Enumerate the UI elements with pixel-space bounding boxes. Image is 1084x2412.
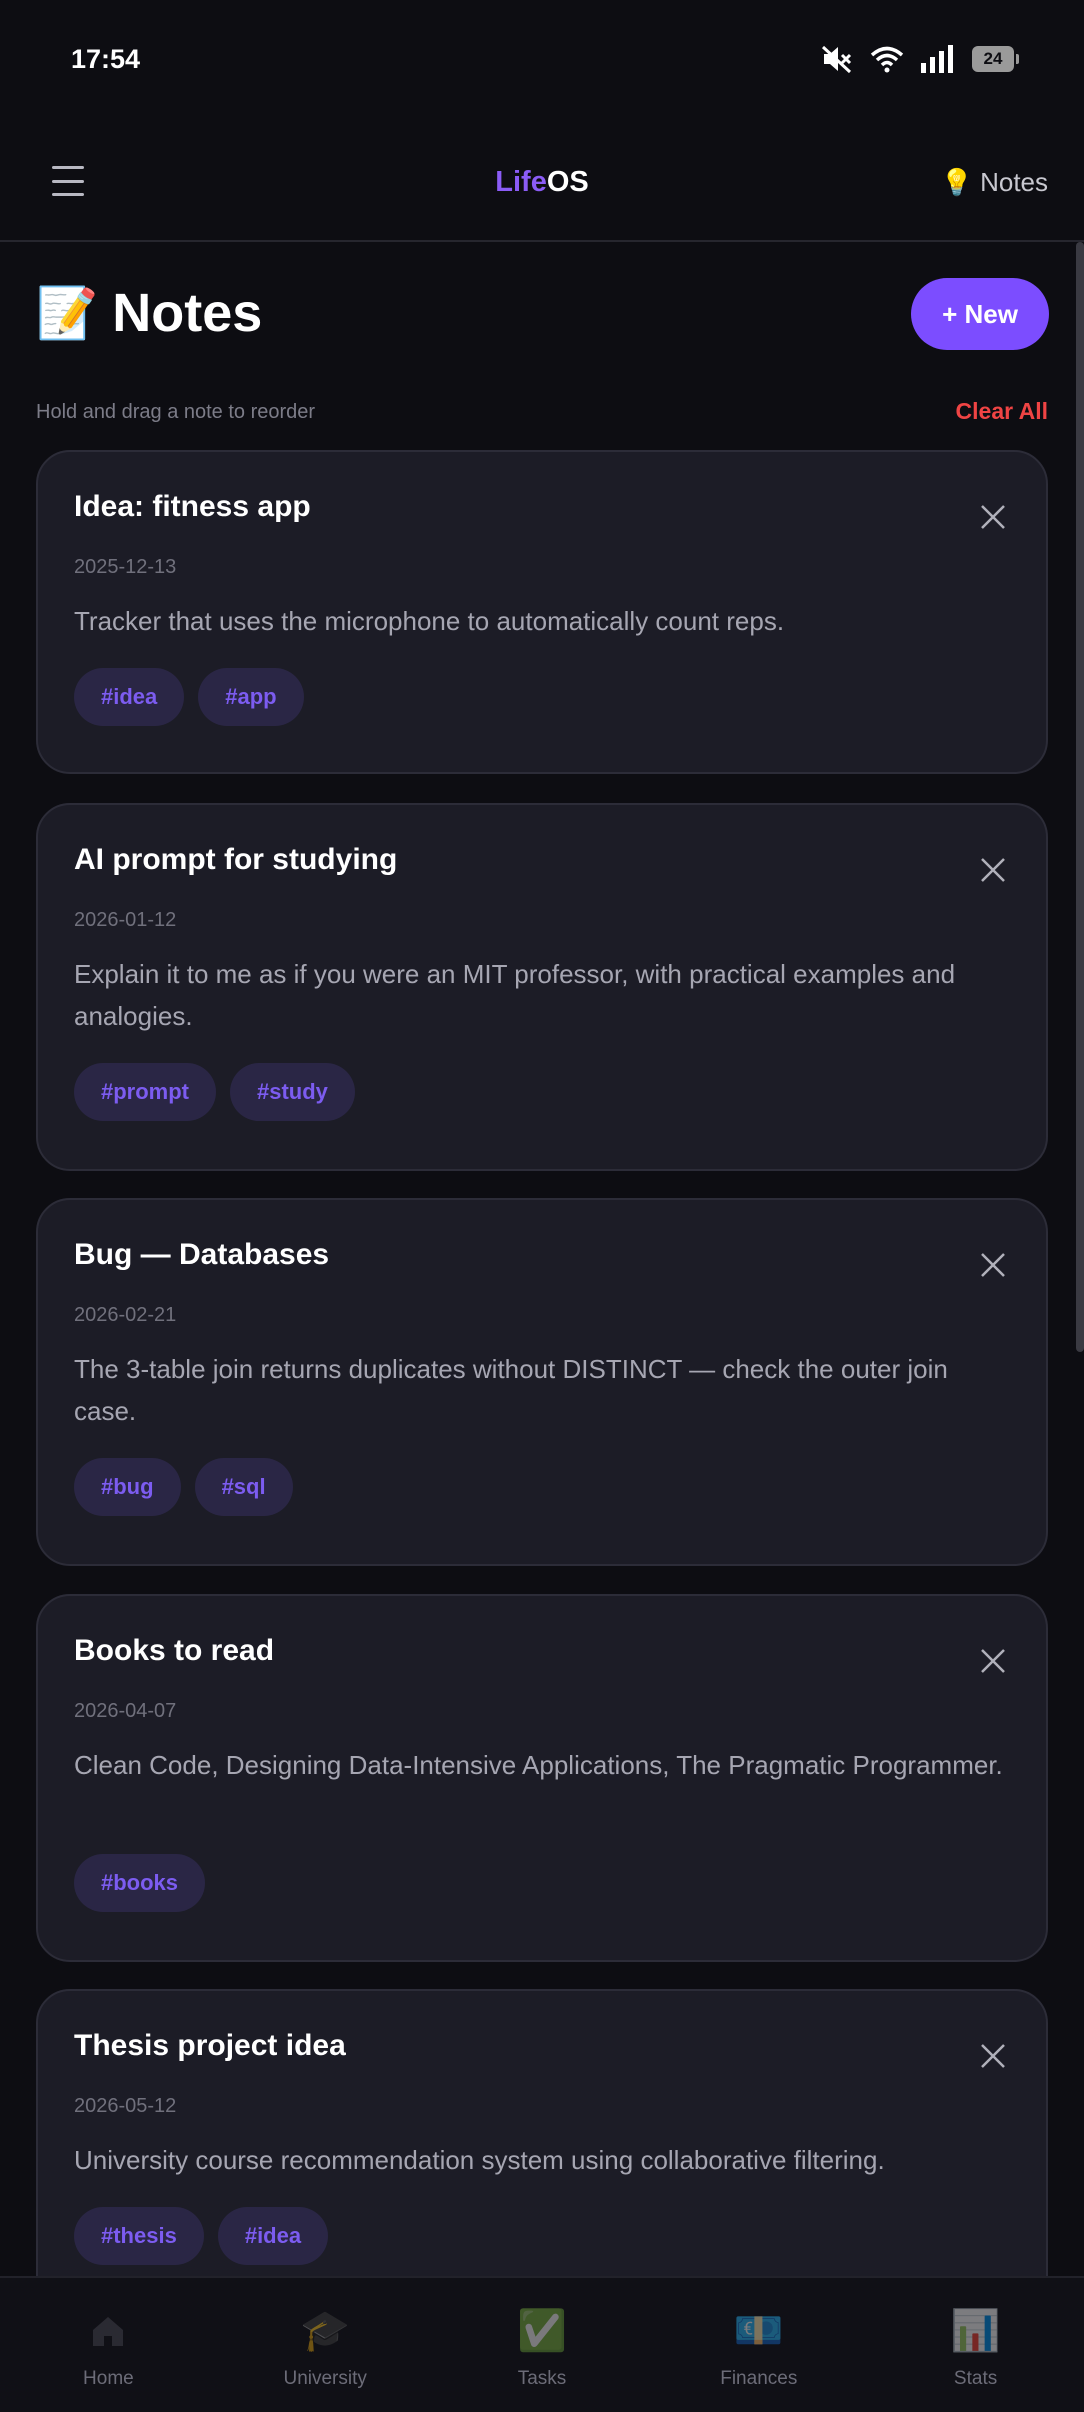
note-date: 2026-02-21 (74, 1304, 177, 1326)
tag-chip[interactable]: #idea (217, 2207, 329, 2265)
page-title-text: Notes (112, 283, 263, 343)
status-time: 17:54 (71, 44, 141, 74)
reorder-hint: Hold and drag a note to reorder (36, 401, 316, 423)
note-card[interactable]: Bug — Databases 2026-02-21 The 3-table j… (36, 1198, 1048, 1566)
new-note-button[interactable]: + New (911, 278, 1049, 350)
nav-label: Finances (720, 2368, 798, 2389)
nav-university[interactable]: 🎓 University (217, 2278, 434, 2412)
tag-chip[interactable]: #books (74, 1854, 206, 1912)
note-tags: #thesis #idea (74, 2207, 329, 2265)
app-brand: LifeOS (0, 166, 1084, 199)
money-icon: 💶 (733, 2309, 784, 2353)
close-icon[interactable] (980, 504, 1006, 530)
note-date: 2026-04-07 (74, 1700, 177, 1722)
nav-finances[interactable]: 💶 Finances (650, 2278, 867, 2412)
note-body: Tracker that uses the microphone to auto… (74, 606, 785, 636)
page-title: 📝 Notes (36, 282, 262, 344)
note-body: Explain it to me as if you were an MIT p… (74, 959, 956, 1031)
note-date: 2026-01-12 (74, 909, 177, 931)
bottom-nav: Home 🎓 University ✅ Tasks 💶 Finances 📊 S… (0, 2276, 1084, 2412)
header-section-text: Notes (980, 167, 1048, 197)
app-header: LifeOS 💡 Notes (0, 120, 1084, 242)
tag-chip[interactable]: #bug (74, 1458, 181, 1516)
nav-label: Tasks (517, 2368, 567, 2389)
note-body: The 3-table join returns duplicates with… (74, 1354, 948, 1426)
nav-label: Home (83, 2368, 134, 2389)
wifi-icon (870, 45, 904, 73)
graduation-cap-icon: 🎓 (300, 2309, 351, 2353)
note-title: Thesis project idea (74, 2029, 346, 2062)
note-card[interactable]: Books to read 2026-04-07 Clean Code, Des… (36, 1594, 1048, 1962)
tag-chip[interactable]: #idea (74, 668, 185, 726)
tag-chip[interactable]: #prompt (74, 1063, 216, 1121)
check-icon: ✅ (517, 2309, 567, 2353)
note-date: 2026-05-12 (74, 2095, 177, 2117)
close-icon[interactable] (980, 857, 1006, 883)
note-tags: #prompt #study (74, 1063, 355, 1121)
note-title: AI prompt for studying (74, 843, 398, 876)
tag-chip[interactable]: #study (230, 1063, 355, 1121)
mute-icon (820, 44, 854, 74)
tag-chip[interactable]: #thesis (74, 2207, 204, 2265)
close-icon[interactable] (980, 1252, 1006, 1278)
memo-icon: 📝 (36, 284, 99, 341)
note-date: 2025-12-13 (74, 556, 177, 578)
nav-label: Stats (953, 2368, 998, 2389)
brand-os: OS (546, 166, 589, 198)
clear-all-button[interactable]: Clear All (956, 398, 1048, 425)
nav-stats[interactable]: 📊 Stats (867, 2278, 1084, 2412)
note-title: Idea: fitness app (74, 490, 311, 523)
note-body: Clean Code, Designing Data-Intensive App… (74, 1750, 1003, 1780)
close-icon[interactable] (980, 1648, 1006, 1674)
signal-icon (920, 45, 956, 73)
header-section-label: 💡 Notes (940, 167, 1048, 198)
note-tags: #books (74, 1854, 206, 1912)
battery-icon: 24 (972, 46, 1019, 72)
tag-chip[interactable]: #app (198, 668, 304, 726)
nav-label: University (283, 2368, 367, 2389)
nav-tasks[interactable]: ✅ Tasks (434, 2278, 651, 2412)
status-icons: 24 (820, 44, 1019, 74)
note-body: University course recommendation system … (74, 2145, 885, 2175)
note-tags: #bug #sql (74, 1458, 293, 1516)
status-bar: 17:54 24 (0, 0, 1084, 120)
note-card[interactable]: AI prompt for studying 2026-01-12 Explai… (36, 803, 1048, 1171)
lightbulb-icon: 💡 (940, 167, 973, 197)
brand-life: Life (495, 166, 547, 198)
note-tags: #idea #app (74, 668, 304, 726)
nav-home[interactable]: Home (0, 2278, 217, 2412)
close-icon[interactable] (980, 2043, 1006, 2069)
home-icon (88, 2306, 128, 2356)
chart-icon: 📊 (950, 2309, 1001, 2353)
note-title: Books to read (74, 1634, 275, 1667)
note-card[interactable]: Idea: fitness app 2025-12-13 Tracker tha… (36, 450, 1048, 774)
note-title: Bug — Databases (74, 1238, 330, 1271)
tag-chip[interactable]: #sql (194, 1458, 293, 1516)
scrollbar[interactable] (1076, 242, 1084, 1352)
